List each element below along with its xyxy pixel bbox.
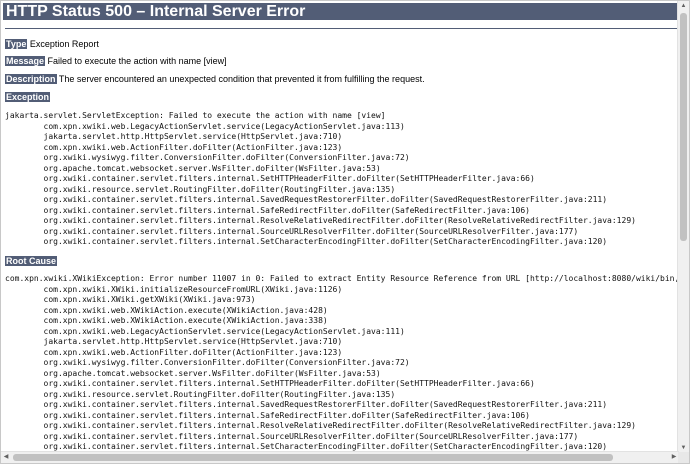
triangle-left-icon[interactable]: ◀ <box>1 452 11 463</box>
exception-stack-trace: jakarta.servlet.ServletException: Failed… <box>5 111 636 246</box>
root-cause-heading: Root Cause <box>5 255 58 267</box>
description-label: Description <box>5 74 57 84</box>
horizontal-scroll-thumb[interactable] <box>13 454 613 461</box>
type-value: Exception Report <box>29 39 99 49</box>
triangle-up-icon[interactable]: ▲ <box>678 1 689 11</box>
vertical-scroll-thumb[interactable] <box>680 13 687 241</box>
error-page: HTTP Status 500 – Internal Server Error … <box>1 1 679 453</box>
message-row: Message Failed to execute the action wit… <box>5 55 227 67</box>
page-title: HTTP Status 500 – Internal Server Error <box>3 3 678 20</box>
root-cause-stack-trace: com.xpn.xwiki.XWikiException: Error numb… <box>5 274 679 451</box>
vertical-scrollbar[interactable]: ▲ ▼ <box>677 1 689 453</box>
message-value: Failed to execute the action with name [… <box>47 56 227 66</box>
description-row: Description The server encountered an un… <box>5 73 425 85</box>
exception-heading: Exception <box>5 91 51 103</box>
scrollbar-corner <box>678 452 689 463</box>
divider <box>5 28 677 29</box>
description-value: The server encountered an unexpected con… <box>58 74 425 84</box>
root-cause-label: Root Cause <box>5 256 58 266</box>
exception-label: Exception <box>5 92 51 102</box>
type-label: Type <box>5 39 28 49</box>
type-row: Type Exception Report <box>5 38 99 50</box>
horizontal-scrollbar[interactable]: ◀ ▶ <box>1 451 679 463</box>
message-label: Message <box>5 56 46 66</box>
